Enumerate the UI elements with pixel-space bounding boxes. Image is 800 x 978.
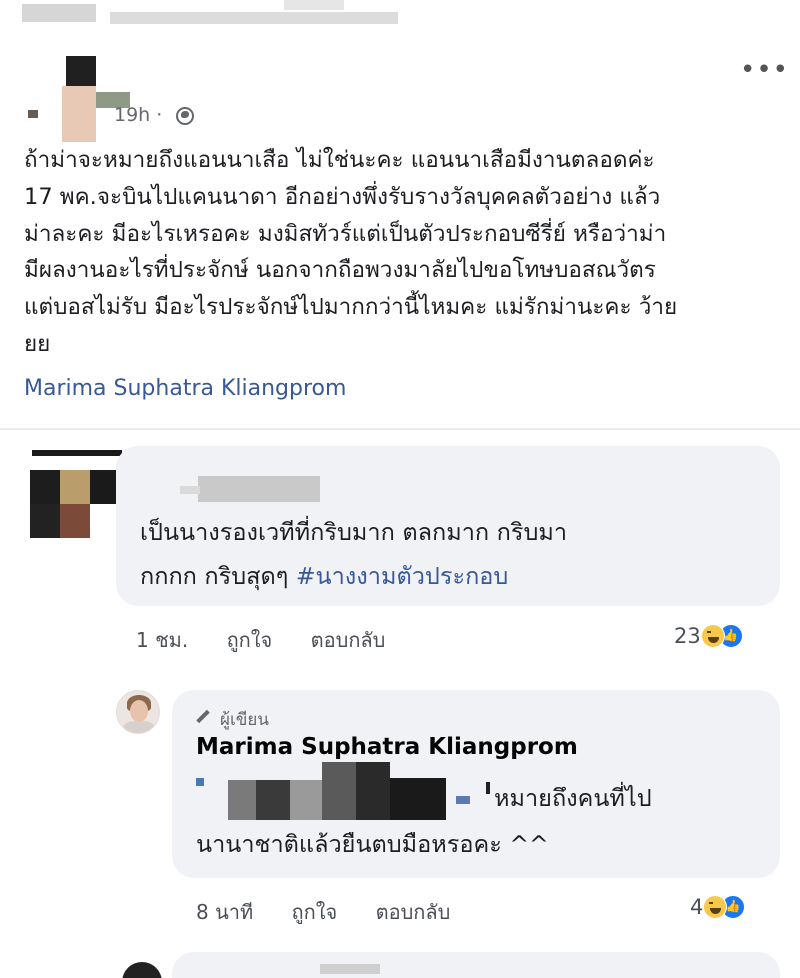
comment-text-line: เป็นนางรองเวทีที่กริบมาก ตลกมาก กริบมา: [140, 518, 568, 546]
pen-icon: [196, 710, 210, 724]
post-text-line: แต่บอสไม่รับ มีอะไรประจักษ์ไปมากกว่านี้ไ…: [24, 294, 678, 321]
redacted-mention: [456, 796, 470, 804]
post-text-line: มีผลงานอะไรที่ประจักษ์ นอกจากถือพวงมาลัย…: [24, 257, 656, 284]
redacted-mention: [486, 782, 490, 794]
post-text-line: ถ้าม่าจะหมายถึงแอนนาเสือ ไม่ใช่นะคะ แอนน…: [24, 147, 655, 173]
comment-actions: 1 ชม. ถูกใจ ตอบกลับ: [136, 624, 417, 656]
author-badge: ผู้เขียน: [220, 710, 269, 730]
redacted-name-block: [110, 12, 398, 24]
redacted-mention: [290, 780, 322, 820]
reaction-summary[interactable]: 23 👍: [674, 622, 743, 650]
comment-timestamp[interactable]: 1 ชม.: [136, 628, 188, 652]
avatar-pixel: [60, 504, 90, 538]
reply-timestamp[interactable]: 8 นาที: [196, 900, 253, 924]
reaction-count: 23: [674, 624, 701, 648]
redacted-mention: [390, 778, 446, 820]
reply-button[interactable]: ตอบกลับ: [376, 900, 451, 924]
next-commenter-avatar[interactable]: [122, 962, 162, 978]
post-text: ถ้าม่าจะหมายถึงแอนนาเสือ ไม่ใช่นะคะ แอนน…: [24, 142, 784, 363]
avatar-pixel: [32, 450, 122, 456]
commenter-avatar[interactable]: [24, 450, 122, 544]
redacted-name-block: [22, 4, 96, 22]
redacted-mention: [356, 762, 390, 820]
post-text-line: 17 พค.จะบินไปแคนนาดา อีกอย่างพึ่งรับรางว…: [24, 183, 661, 210]
divider: [0, 428, 800, 430]
redacted-mention: [196, 778, 204, 786]
reaction-count: 4: [690, 895, 704, 919]
redacted-avatar[interactable]: [28, 56, 132, 142]
like-button[interactable]: ถูกใจ: [292, 900, 338, 924]
comment-text: เป็นนางรองเวทีที่กริบมาก ตลกมาก กริบมา ก…: [140, 510, 567, 598]
redacted-commenter-name[interactable]: [198, 476, 320, 502]
hashtag-link[interactable]: #นางงามตัวประกอบ: [296, 562, 508, 590]
tagged-person-link[interactable]: Marima Suphatra Kliangprom: [24, 376, 346, 401]
more-options-icon[interactable]: •••: [740, 57, 788, 83]
like-button[interactable]: ถูกใจ: [227, 628, 273, 652]
redacted-commenter-name: [320, 964, 380, 974]
avatar-pixel: [62, 86, 96, 142]
avatar-pixel: [60, 470, 90, 504]
avatar-pixel: [66, 56, 96, 86]
reaction-summary[interactable]: 4 👍: [690, 893, 746, 921]
avatar-face: [130, 700, 148, 722]
redacted-mention: [256, 780, 290, 820]
reply-text-line: นานาชาติแล้วยืนตบมือหรอคะ ^^: [196, 830, 549, 858]
globe-icon: [176, 107, 194, 125]
redacted-mention: [322, 762, 356, 820]
avatar-pixel: [28, 110, 38, 118]
comment-text-line: กกกก กริบสุดๆ #นางงามตัวประกอบ: [140, 554, 567, 598]
post-text-line: ม่าละคะ มีอะไรเหรอคะ มงมิสทัวร์แต่เป็นตั…: [24, 220, 667, 247]
redacted-mention: [228, 780, 256, 820]
reply-text-line: หมายถึงคนที่ไป: [494, 784, 652, 812]
author-avatar[interactable]: [116, 690, 160, 734]
avatar-pixel: [30, 470, 60, 504]
comment-text-fragment: กกกก กริบสุดๆ: [140, 562, 296, 590]
next-comment-bubble: [172, 952, 780, 978]
redacted-name-block: [284, 0, 344, 10]
avatar-body: [123, 721, 155, 733]
reply-button[interactable]: ตอบกลับ: [311, 628, 386, 652]
post-text-line: ยย: [24, 330, 51, 357]
avatar-pixel: [30, 504, 60, 538]
reply-author-name[interactable]: Marima Suphatra Kliangprom: [196, 734, 578, 760]
haha-reaction-icon: [700, 624, 725, 648]
redacted-commenter-name: [180, 486, 200, 494]
reply-actions: 8 นาที ถูกใจ ตอบกลับ: [196, 896, 482, 928]
post-timestamp[interactable]: 19h ·: [114, 104, 162, 126]
